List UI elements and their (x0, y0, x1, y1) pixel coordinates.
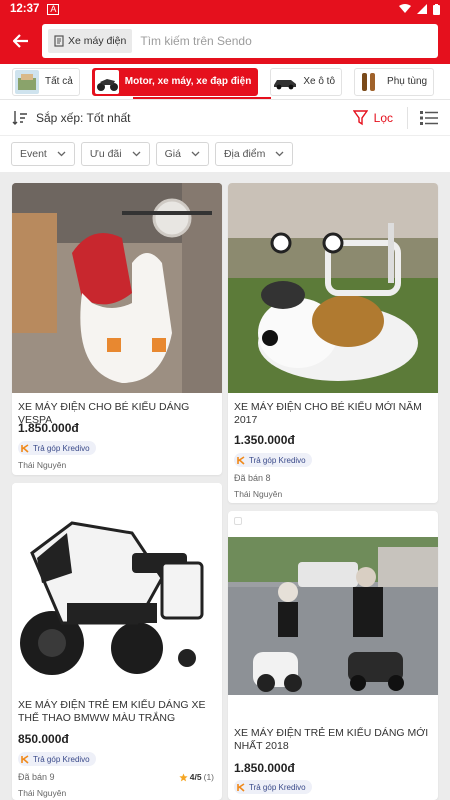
category-bar: Tất cả Motor, xe máy, xe đạp điện Xe ô t… (0, 64, 450, 100)
funnel-icon (352, 109, 368, 125)
installment-badge: Trả góp Kredivo (234, 453, 312, 467)
chevron-down-icon (191, 151, 200, 157)
back-button[interactable] (10, 30, 32, 52)
sort-icon[interactable] (12, 110, 28, 126)
signal-icon (417, 4, 427, 14)
category-label: Xe ô tô (303, 76, 336, 87)
product-title: XE MÁY ĐIỆN TRẺ EM KIỂU DÁNG XE THỂ THAO… (18, 699, 206, 724)
product-location: Thái Nguyên (234, 489, 283, 499)
product-image (12, 483, 222, 693)
chip-label: Địa điểm (223, 148, 266, 160)
category-active-indicator (133, 97, 271, 99)
installment-badge: Trả góp Kredivo (18, 752, 96, 766)
document-icon (54, 35, 64, 47)
kredivo-icon (237, 782, 245, 792)
filter-chip-offer[interactable]: Ưu đãi (80, 142, 150, 166)
kredivo-icon (21, 754, 29, 764)
sort-bar: Sắp xếp: Tốt nhất Lọc (0, 100, 450, 136)
filter-label: Lọc (373, 110, 393, 125)
search-chip-label: Xe máy điện (68, 35, 127, 47)
product-sold-count: Đã bán 9 (18, 772, 55, 782)
product-price: 1.850.000đ (18, 421, 79, 435)
category-tab-motor[interactable]: Motor, xe máy, xe đạp điện (91, 67, 259, 96)
kredivo-icon (237, 455, 245, 465)
product-price: 850.000đ (18, 732, 69, 746)
product-card[interactable]: XE MÁY ĐIỆN CHO BÉ KIỂU DÁNG VESPA 1.850… (12, 183, 222, 475)
battery-icon (433, 3, 440, 15)
notification-icon: A (47, 3, 60, 15)
chevron-down-icon (132, 151, 141, 157)
motorbike-thumbnail (94, 69, 119, 94)
category-tab-car[interactable]: Xe ô tô (270, 67, 343, 96)
product-rating: 4/5 (1) (179, 772, 214, 782)
installment-badge: Trả góp Kredivo (234, 780, 312, 794)
installment-label: Trả góp Kredivo (33, 443, 90, 453)
chip-label: Giá (164, 148, 181, 160)
product-price: 1.850.000đ (234, 761, 295, 775)
car-thumbnail (273, 69, 298, 94)
star-icon (179, 772, 188, 781)
category-label: Tất cả (45, 76, 73, 87)
product-price: 1.350.000đ (234, 433, 295, 447)
image-placeholder-icon (234, 517, 242, 525)
status-bar: 12:37 A (0, 0, 450, 18)
parts-thumbnail (357, 69, 382, 94)
chevron-down-icon (275, 151, 284, 157)
product-card[interactable]: XE MÁY ĐIỆN TRẺ EM KIỂU DÁNG XE THỂ THAO… (12, 483, 222, 800)
category-all-thumbnail (15, 69, 39, 94)
chip-label: Ưu đãi (89, 148, 122, 160)
product-card[interactable]: XE MÁY ĐIỆN TRẺ EM KIỂU DÁNG MỚI NHẤT 20… (228, 511, 438, 800)
product-image (228, 537, 438, 695)
app-header: Xe máy điện (0, 18, 450, 64)
product-location: Thái Nguyên (18, 788, 67, 798)
wifi-icon (399, 4, 411, 13)
filter-chip-event[interactable]: Event (11, 142, 75, 166)
filter-button[interactable]: Lọc (352, 106, 408, 129)
category-label: Motor, xe máy, xe đạp điện (124, 76, 252, 87)
product-location: Thái Nguyên (18, 460, 67, 470)
chip-label: Event (20, 148, 47, 160)
filter-chip-location[interactable]: Địa điểm (214, 142, 294, 166)
product-image (228, 183, 438, 393)
rating-count: (1) (203, 772, 214, 782)
product-title: XE MÁY ĐIỆN CHO BÉ KIỂU MỚI NĂM 2017 (234, 401, 422, 426)
kredivo-icon (21, 443, 29, 453)
product-image (12, 183, 222, 393)
installment-badge: Trả góp Kredivo (18, 441, 96, 455)
category-label: Phụ tùng (387, 76, 428, 87)
filter-chip-price[interactable]: Giá (155, 142, 209, 166)
chevron-down-icon (57, 151, 66, 157)
installment-label: Trả góp Kredivo (33, 754, 90, 764)
filter-chips: Event Ưu đãi Giá Địa điểm (0, 136, 450, 172)
search-input[interactable] (140, 34, 432, 48)
rating-value: 4/5 (189, 772, 202, 782)
category-tab-all[interactable]: Tất cả (12, 67, 80, 96)
search-category-chip[interactable]: Xe máy điện (48, 29, 133, 53)
category-tab-parts[interactable]: Phụ tùng (354, 67, 435, 96)
product-card[interactable]: XE MÁY ĐIỆN CHO BÉ KIỂU MỚI NĂM 2017 1.3… (228, 183, 438, 503)
search-box[interactable]: Xe máy điện (42, 24, 438, 58)
installment-label: Trả góp Kredivo (249, 455, 306, 465)
list-view-icon (420, 110, 438, 125)
arrow-left-icon (13, 34, 28, 48)
product-title: XE MÁY ĐIỆN TRẺ EM KIỂU DÁNG MỚI NHẤT 20… (234, 727, 429, 752)
installment-label: Trả góp Kredivo (249, 782, 306, 792)
sort-label[interactable]: Sắp xếp: Tốt nhất (36, 111, 131, 125)
product-sold-count: Đã bán 8 (234, 473, 271, 483)
view-toggle-button[interactable] (420, 110, 438, 126)
status-time: 12:37 (10, 3, 40, 15)
